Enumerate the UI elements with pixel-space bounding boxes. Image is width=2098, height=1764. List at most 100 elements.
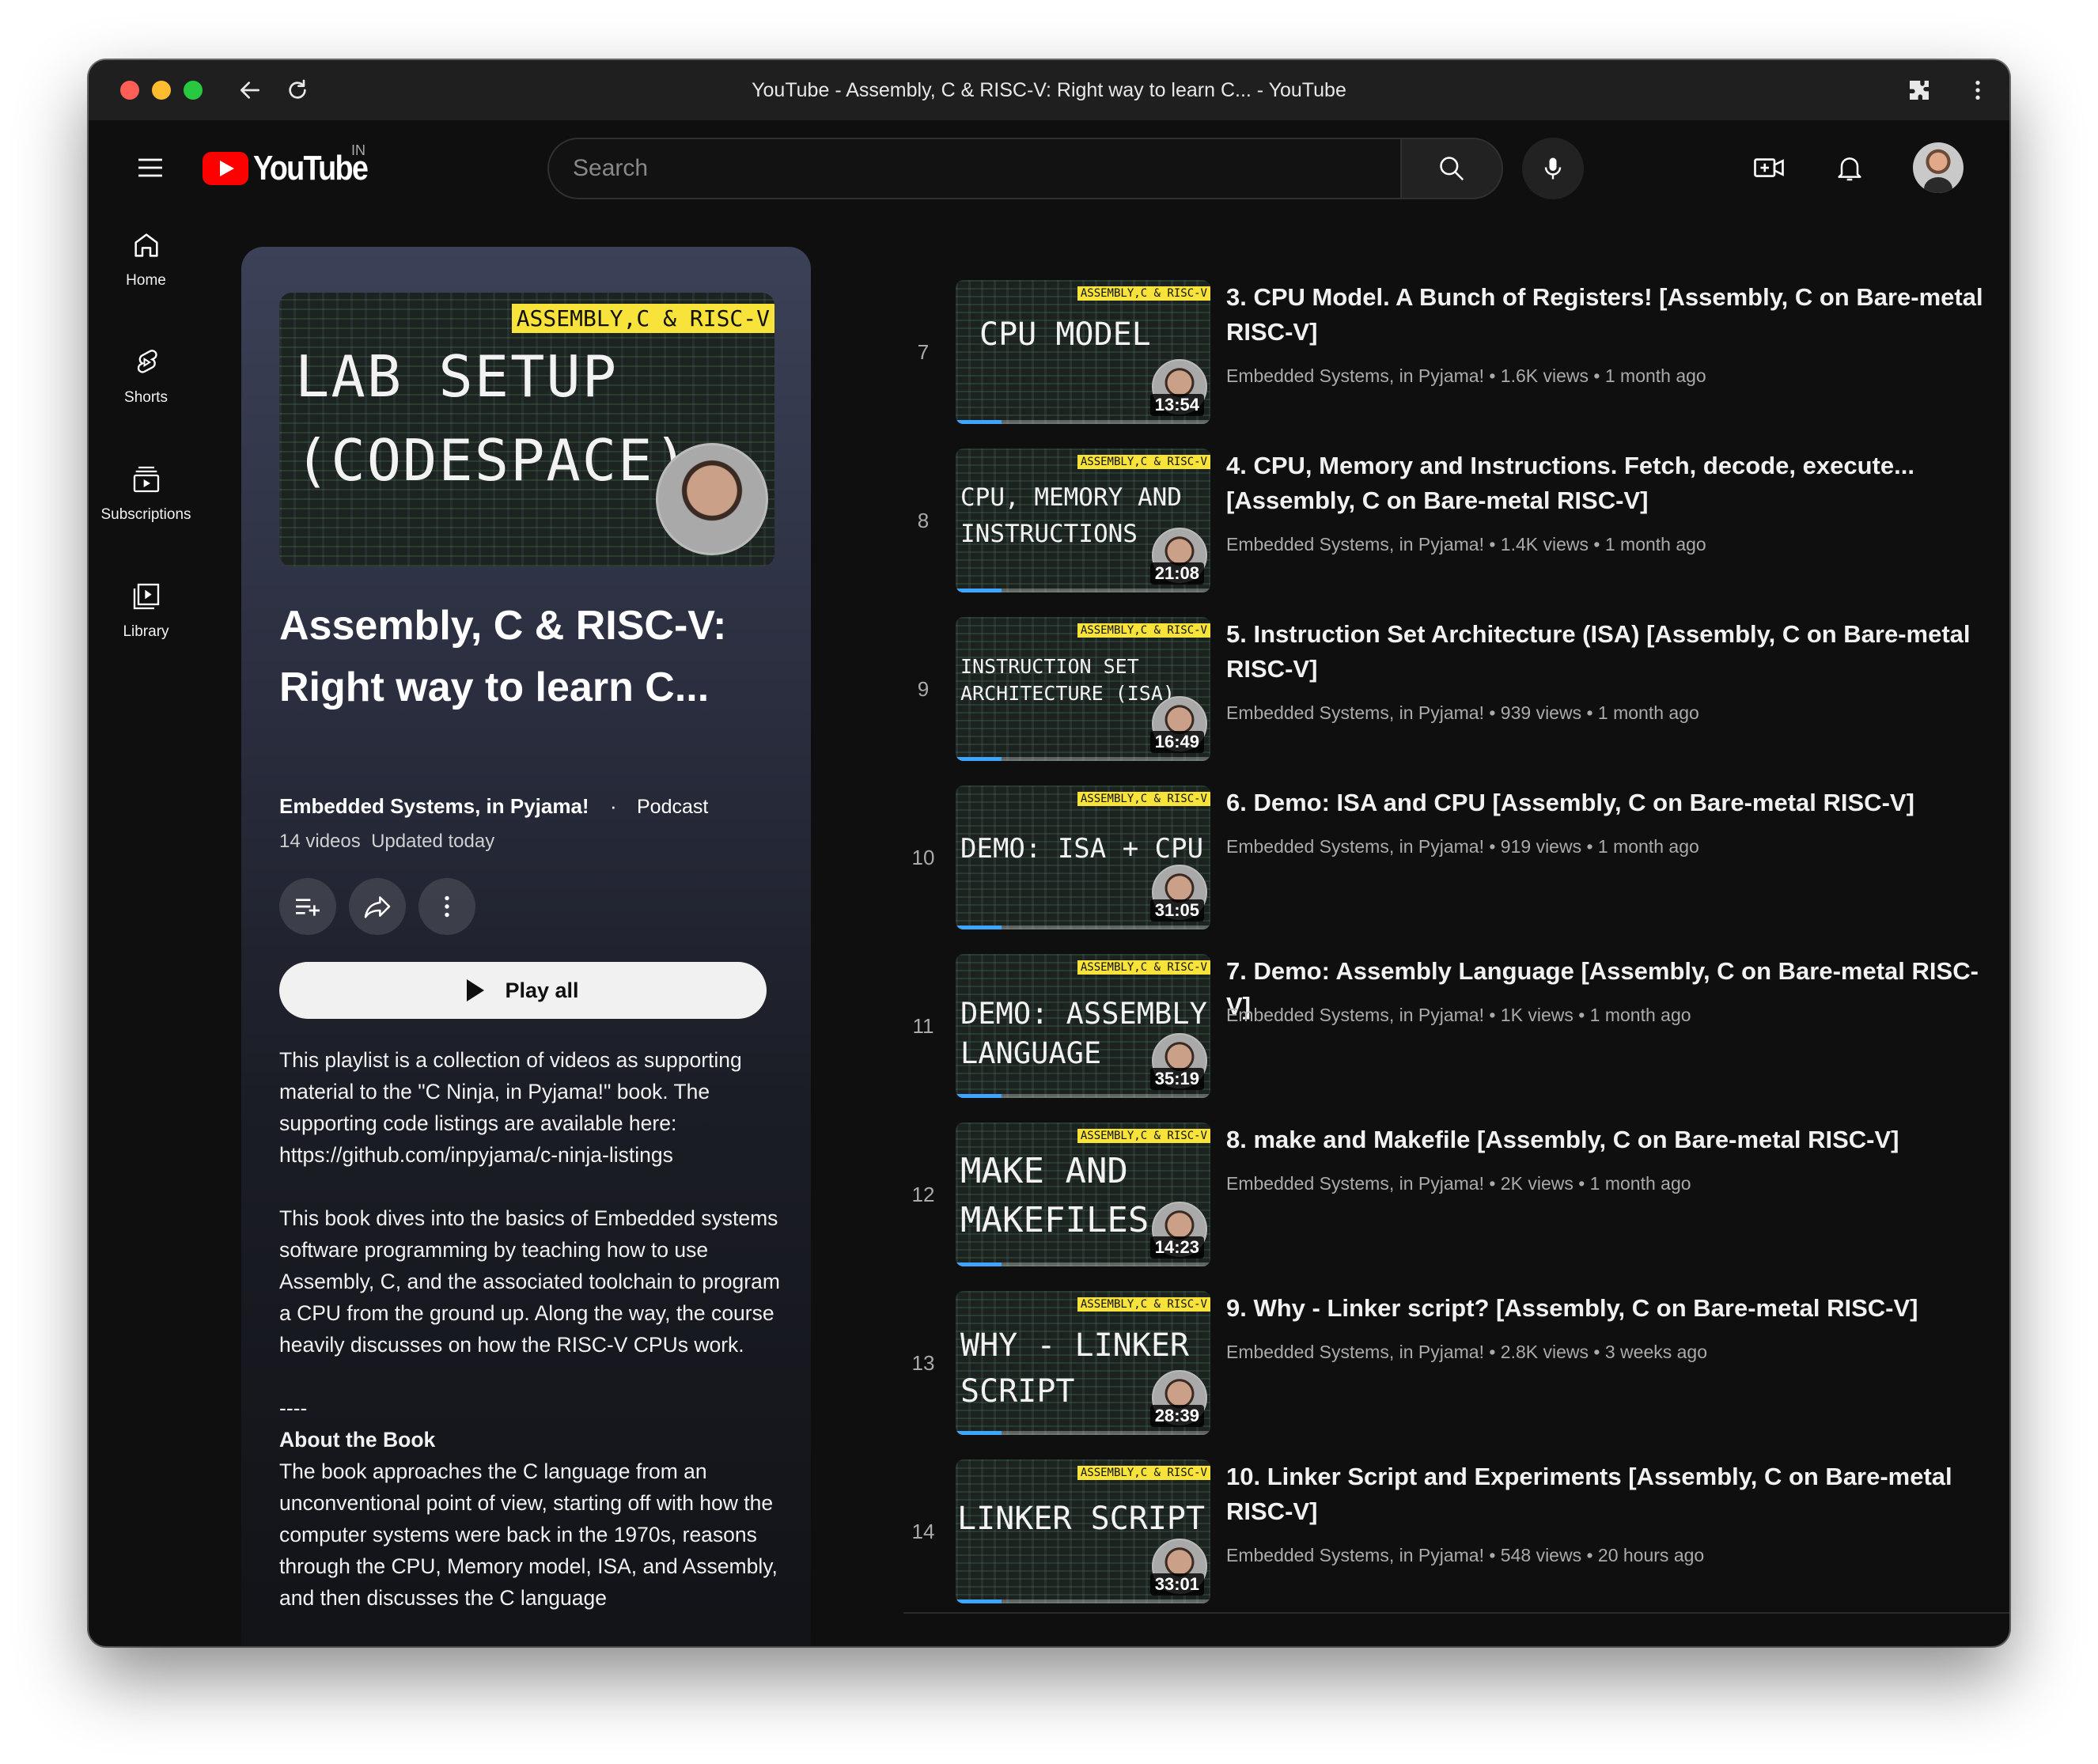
search-button[interactable] xyxy=(1400,138,1503,199)
playlist-video-row[interactable]: 7 ASSEMBLY,C & RISC-V CPU MODEL 13:54 3.… xyxy=(903,280,2009,448)
extensions-button[interactable] xyxy=(1900,71,1938,109)
shorts-icon xyxy=(137,350,157,373)
playlist-stats: 14 videos Updated today xyxy=(279,831,495,852)
video-title[interactable]: 10. Linker Script and Experiments [Assem… xyxy=(1226,1459,2001,1529)
video-title[interactable]: 5. Instruction Set Architecture (ISA) [A… xyxy=(1226,617,2001,687)
watch-progress-bar xyxy=(956,1431,1210,1435)
share-icon xyxy=(364,896,391,918)
sidebar-item-library[interactable]: Library xyxy=(89,566,203,669)
create-button[interactable] xyxy=(1745,144,1793,191)
sidebar-item-label: Library xyxy=(123,623,169,640)
video-title[interactable]: 6. Demo: ISA and CPU [Assembly, C on Bar… xyxy=(1226,785,2001,820)
thumbnail-text-line2: INSTRUCTIONS xyxy=(960,520,1138,548)
description-paragraph: The book approaches the C language from … xyxy=(279,1459,778,1610)
video-duration: 14:23 xyxy=(1149,1236,1204,1259)
thumbnail-tag: ASSEMBLY,C & RISC-V xyxy=(1077,1129,1210,1143)
sidebar-item-home[interactable]: Home xyxy=(89,215,203,318)
video-duration: 16:49 xyxy=(1149,731,1204,753)
video-duration: 28:39 xyxy=(1149,1405,1204,1427)
browser-window: YouTube - Assembly, C & RISC-V: Right wa… xyxy=(89,60,2009,1646)
thumbnail-text-line1: WHY - LINKER xyxy=(960,1327,1189,1364)
video-duration: 21:08 xyxy=(1149,562,1204,585)
video-metadata: Embedded Systems, in Pyjama! • 2.8K view… xyxy=(1226,1342,1707,1362)
sidebar-item-subscriptions[interactable]: Subscriptions xyxy=(89,449,203,552)
video-title[interactable]: 3. CPU Model. A Bunch of Registers! [Ass… xyxy=(1226,280,2001,350)
thumbnail-text-line1: LINKER SCRIPT xyxy=(957,1501,1206,1537)
search-icon xyxy=(1440,157,1464,181)
thumbnail-text-line1: CPU, MEMORY AND xyxy=(960,483,1182,512)
thumbnail-tag: ASSEMBLY,C & RISC-V xyxy=(1077,623,1210,638)
playlist-video-row[interactable]: 11 ASSEMBLY,C & RISC-V DEMO: ASSEMBLY LA… xyxy=(903,954,2009,1122)
playlist-video-row[interactable]: 14 ASSEMBLY,C & RISC-V LINKER SCRIPT 33:… xyxy=(903,1459,2009,1627)
subscriptions-icon xyxy=(133,466,159,493)
video-add-icon xyxy=(1754,158,1784,177)
thumbnail-text-line2: SCRIPT xyxy=(960,1373,1075,1410)
sidebar-item-label: Shorts xyxy=(124,389,168,406)
video-metadata: Embedded Systems, in Pyjama! • 939 views… xyxy=(1226,702,1699,723)
playlist-title-line2: Right way to learn C... xyxy=(279,664,710,710)
video-thumbnail[interactable]: ASSEMBLY,C & RISC-V DEMO: ASSEMBLY LANGU… xyxy=(956,954,1210,1098)
description-separator: ---- xyxy=(279,1396,308,1420)
play-icon xyxy=(467,979,485,1001)
video-index: 7 xyxy=(917,339,930,364)
playlist-header-panel: ASSEMBLY,C & RISC-V LAB SETUP (CODESPACE… xyxy=(241,247,811,1646)
video-title[interactable]: 4. CPU, Memory and Instructions. Fetch, … xyxy=(1226,449,2001,518)
watch-progress-bar xyxy=(956,926,1210,929)
thumbnail-tag: ASSEMBLY,C & RISC-V xyxy=(511,304,774,333)
video-index: 14 xyxy=(911,1519,935,1543)
playlist-video-row[interactable]: 13 ASSEMBLY,C & RISC-V WHY - LINKER SCRI… xyxy=(903,1291,2009,1459)
channel-name-link[interactable]: Embedded Systems, in Pyjama! xyxy=(279,794,589,819)
video-metadata: Embedded Systems, in Pyjama! • 1.6K view… xyxy=(1226,365,1706,386)
thumbnail-text-line1: MAKE AND xyxy=(960,1151,1128,1191)
video-thumbnail[interactable]: ASSEMBLY,C & RISC-V LINKER SCRIPT 33:01 xyxy=(956,1459,1210,1603)
playlist-video-row[interactable]: 8 ASSEMBLY,C & RISC-V CPU, MEMORY AND IN… xyxy=(903,449,2009,616)
play-all-button[interactable]: Play all xyxy=(279,962,767,1019)
playlist-video-row[interactable]: 12 ASSEMBLY,C & RISC-V MAKE AND MAKEFILE… xyxy=(903,1122,2009,1290)
playlist-thumbnail[interactable]: ASSEMBLY,C & RISC-V LAB SETUP (CODESPACE… xyxy=(279,293,774,566)
video-metadata: Embedded Systems, in Pyjama! • 1.4K view… xyxy=(1226,534,1706,555)
video-thumbnail[interactable]: ASSEMBLY,C & RISC-V INSTRUCTION SET ARCH… xyxy=(956,617,1210,761)
watch-progress-bar xyxy=(956,757,1210,761)
sidebar-item-shorts[interactable]: Shorts xyxy=(89,332,203,435)
watch-progress-bar xyxy=(956,1599,1210,1603)
watch-progress-bar xyxy=(956,420,1210,424)
video-metadata: Embedded Systems, in Pyjama! • 919 views… xyxy=(1226,836,1699,857)
thumbnail-text-line2: (CODESPACE) xyxy=(295,427,690,494)
video-index: 12 xyxy=(911,1182,935,1206)
video-index: 11 xyxy=(912,1013,934,1038)
video-title[interactable]: 9. Why - Linker script? [Assembly, C on … xyxy=(1226,1291,2001,1326)
presenter-avatar-image xyxy=(656,443,768,555)
video-thumbnail[interactable]: ASSEMBLY,C & RISC-V DEMO: ISA + CPU 31:0… xyxy=(956,785,1210,929)
account-avatar[interactable] xyxy=(1913,142,1964,193)
thumbnail-text-line1: CPU MODEL xyxy=(979,316,1151,353)
guide-menu-button[interactable] xyxy=(127,144,174,191)
video-title[interactable]: 8. make and Makefile [Assembly, C on Bar… xyxy=(1226,1122,2001,1157)
playlist-video-row[interactable]: 9 ASSEMBLY,C & RISC-V INSTRUCTION SET AR… xyxy=(903,617,2009,785)
video-thumbnail[interactable]: ASSEMBLY,C & RISC-V MAKE AND MAKEFILES 1… xyxy=(956,1122,1210,1266)
masthead: YouTube IN xyxy=(89,120,2009,215)
description-paragraph: This book dives into the basics of Embed… xyxy=(279,1206,780,1357)
voice-search-button[interactable] xyxy=(1522,138,1584,199)
notifications-button[interactable] xyxy=(1826,144,1873,191)
watch-progress-bar xyxy=(956,589,1210,592)
description-heading: About the Book xyxy=(279,1428,436,1452)
playlist-title-line1: Assembly, C & RISC-V: xyxy=(279,603,727,649)
video-duration: 13:54 xyxy=(1149,394,1204,416)
thumbnail-text-line1: INSTRUCTION SET xyxy=(960,655,1139,678)
more-actions-button[interactable] xyxy=(418,878,475,935)
playlist-description: This playlist is a collection of videos … xyxy=(279,1044,786,1614)
thumbnail-text-line1: DEMO: ASSEMBLY xyxy=(960,997,1207,1031)
video-thumbnail[interactable]: ASSEMBLY,C & RISC-V WHY - LINKER SCRIPT … xyxy=(956,1291,1210,1435)
video-thumbnail[interactable]: ASSEMBLY,C & RISC-V CPU MODEL 13:54 xyxy=(956,280,1210,424)
share-button[interactable] xyxy=(349,878,406,935)
save-playlist-button[interactable] xyxy=(279,878,336,935)
search-input[interactable] xyxy=(549,139,1402,198)
video-thumbnail[interactable]: ASSEMBLY,C & RISC-V CPU, MEMORY AND INST… xyxy=(956,449,1210,592)
playlist-video-row[interactable]: 10 ASSEMBLY,C & RISC-V DEMO: ISA + CPU 3… xyxy=(903,785,2009,953)
more-vertical-icon xyxy=(445,895,449,918)
thumbnail-tag: ASSEMBLY,C & RISC-V xyxy=(1077,455,1210,469)
window-title: YouTube - Assembly, C & RISC-V: Right wa… xyxy=(752,79,1346,101)
browser-menu-button[interactable] xyxy=(1959,71,1997,109)
play-all-label: Play all xyxy=(505,978,579,1002)
microphone-icon xyxy=(1544,157,1562,180)
